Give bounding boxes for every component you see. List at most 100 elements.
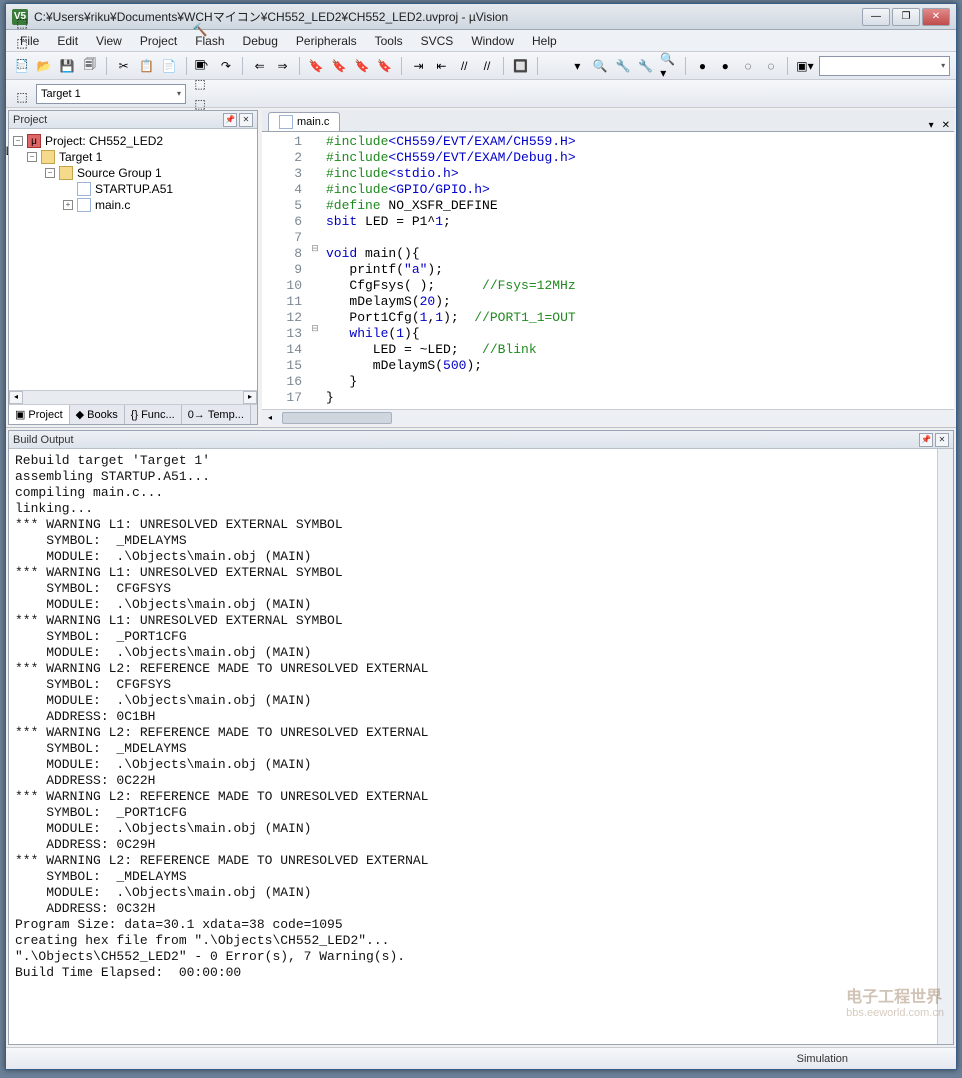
- toolbar-button[interactable]: 🔍▾: [659, 56, 678, 76]
- editor-horizontal-scrollbar[interactable]: ◂: [262, 409, 954, 425]
- vertical-scrollbar[interactable]: [937, 449, 953, 1044]
- editor-tab-label: main.c: [297, 116, 329, 128]
- expand-icon[interactable]: −: [45, 168, 55, 178]
- tree-root[interactable]: Project: CH552_LED2: [45, 134, 163, 148]
- statusbar: Simulation: [6, 1047, 956, 1069]
- toolbar-button[interactable]: ✂: [114, 56, 133, 76]
- toolbar-button[interactable]: ⇥: [409, 56, 428, 76]
- project-panel-tabs: ▣Project◆Books{}Func...0→Temp...: [9, 404, 257, 424]
- tree-group[interactable]: Source Group 1: [77, 166, 162, 180]
- menu-help[interactable]: Help: [524, 32, 565, 50]
- fold-toggle[interactable]: ⊟: [308, 324, 322, 340]
- fold-toggle[interactable]: ⊟: [308, 244, 322, 260]
- project-tab-func[interactable]: {}Func...: [125, 405, 182, 424]
- menu-peripherals[interactable]: Peripherals: [288, 32, 365, 50]
- project-tab-temp[interactable]: 0→Temp...: [182, 405, 251, 424]
- maximize-button[interactable]: ❐: [892, 8, 920, 26]
- file-icon: [279, 115, 293, 129]
- menu-svcs[interactable]: SVCS: [413, 32, 462, 50]
- menubar: FileEditViewProjectFlashDebugPeripherals…: [6, 30, 956, 52]
- expand-icon[interactable]: +: [63, 200, 73, 210]
- status-mode: Simulation: [797, 1053, 848, 1065]
- toolbar-button[interactable]: ⬚: [12, 13, 32, 33]
- toolbar-button[interactable]: 🔨: [190, 20, 210, 40]
- toolbar-button[interactable]: ⇤: [432, 56, 451, 76]
- expand-icon[interactable]: −: [13, 136, 23, 146]
- project-tab-project[interactable]: ▣Project: [9, 405, 70, 424]
- build-output-text[interactable]: Rebuild target 'Target 1' assembling STA…: [9, 449, 937, 1044]
- toolbar-button[interactable]: 🔖: [353, 56, 372, 76]
- toolbar-button[interactable]: ◌: [739, 56, 758, 76]
- minimize-button[interactable]: —: [862, 8, 890, 26]
- target-select[interactable]: Target 1 ▾: [36, 84, 186, 104]
- fold-column[interactable]: ⊟⊟: [308, 132, 322, 409]
- chevron-down-icon[interactable]: ▾: [925, 120, 938, 131]
- menu-project[interactable]: Project: [132, 32, 185, 50]
- expand-icon[interactable]: −: [27, 152, 37, 162]
- tree-file[interactable]: STARTUP.A51: [95, 182, 173, 196]
- toolbar-button[interactable]: 🔖: [307, 56, 326, 76]
- project-tree[interactable]: −μProject: CH552_LED2 −Target 1 −Source …: [9, 129, 257, 390]
- build-output-panel: Build Output 📌 ✕ Rebuild target 'Target …: [8, 430, 954, 1045]
- toolbar-button[interactable]: ●: [693, 56, 712, 76]
- pin-icon[interactable]: 📌: [919, 433, 933, 447]
- toolbar-button[interactable]: ⇒: [273, 56, 292, 76]
- toolbar-button[interactable]: ⬚: [12, 87, 32, 107]
- close-icon[interactable]: ✕: [239, 113, 253, 127]
- toolbar-button[interactable]: 📂: [35, 56, 54, 76]
- toolbar-button[interactable]: 🗐: [80, 56, 99, 76]
- toolbar-button[interactable]: ▣: [190, 54, 210, 74]
- toolbar-button[interactable]: //: [455, 56, 474, 76]
- tree-target[interactable]: Target 1: [59, 150, 102, 164]
- chevron-down-icon: ▾: [177, 89, 181, 98]
- toolbar-button[interactable]: ●: [716, 56, 735, 76]
- toolbar-button[interactable]: 🔧: [614, 56, 633, 76]
- toolbar-button[interactable]: 🔍: [591, 56, 610, 76]
- project-tab-books[interactable]: ◆Books: [70, 405, 125, 424]
- toolbar-button[interactable]: 💾: [58, 56, 77, 76]
- pin-icon[interactable]: 📌: [223, 113, 237, 127]
- toolbar-button[interactable]: ⇐: [250, 56, 269, 76]
- close-icon[interactable]: ✕: [938, 120, 954, 131]
- toolbar-button[interactable]: ⬚: [190, 74, 210, 94]
- toolbar-button[interactable]: ▾: [568, 56, 587, 76]
- folder-icon: [59, 166, 73, 180]
- build-output-title: Build Output: [13, 434, 74, 446]
- menu-view[interactable]: View: [88, 32, 130, 50]
- toolbar-button[interactable]: 🔲: [511, 56, 530, 76]
- project-icon: μ: [27, 134, 41, 148]
- toolbar-button[interactable]: //: [478, 56, 497, 76]
- window-title: C:¥Users¥riku¥Documents¥WCHマイコン¥CH552_LE…: [34, 8, 862, 25]
- toolbar-button[interactable]: ▣▾: [795, 56, 814, 76]
- menu-window[interactable]: Window: [463, 32, 522, 50]
- toolbar-button[interactable]: ⬚: [12, 53, 32, 73]
- editor-tab-main[interactable]: main.c: [268, 112, 340, 131]
- toolbar-button[interactable]: 🔧: [636, 56, 655, 76]
- toolbar-button[interactable]: 🔖: [375, 56, 394, 76]
- menu-tools[interactable]: Tools: [367, 32, 411, 50]
- horizontal-scrollbar[interactable]: ◂▸: [9, 390, 257, 404]
- folder-icon: [41, 150, 55, 164]
- file-icon: [77, 198, 91, 212]
- code-content[interactable]: #include<CH559/EVT/EXAM/CH559.H>#include…: [322, 132, 954, 409]
- tree-file[interactable]: main.c: [95, 198, 130, 212]
- toolbar-button[interactable]: ◌: [762, 56, 781, 76]
- toolbar-button[interactable]: [545, 56, 564, 76]
- app-window: V5 C:¥Users¥riku¥Documents¥WCHマイコン¥CH552…: [5, 3, 957, 1070]
- menu-debug[interactable]: Debug: [235, 32, 286, 50]
- toolbar-button[interactable]: ↷: [217, 56, 236, 76]
- code-editor[interactable]: 1234567891011121314151617 ⊟⊟ #include<CH…: [262, 132, 954, 409]
- toolbar-button[interactable]: 🔖: [330, 56, 349, 76]
- toolbar-button[interactable]: 📄: [160, 56, 179, 76]
- toolbar-button[interactable]: ⬚: [12, 33, 32, 53]
- close-button[interactable]: ✕: [922, 8, 950, 26]
- project-panel-title: Project: [13, 114, 47, 126]
- line-gutter: 1234567891011121314151617: [262, 132, 308, 409]
- close-icon[interactable]: ✕: [935, 433, 949, 447]
- titlebar[interactable]: V5 C:¥Users¥riku¥Documents¥WCHマイコン¥CH552…: [6, 4, 956, 30]
- toolbar-button[interactable]: 📋: [137, 56, 156, 76]
- find-combo[interactable]: ▾: [819, 56, 951, 76]
- menu-edit[interactable]: Edit: [49, 32, 86, 50]
- target-select-value: Target 1: [41, 88, 81, 100]
- file-icon: [77, 182, 91, 196]
